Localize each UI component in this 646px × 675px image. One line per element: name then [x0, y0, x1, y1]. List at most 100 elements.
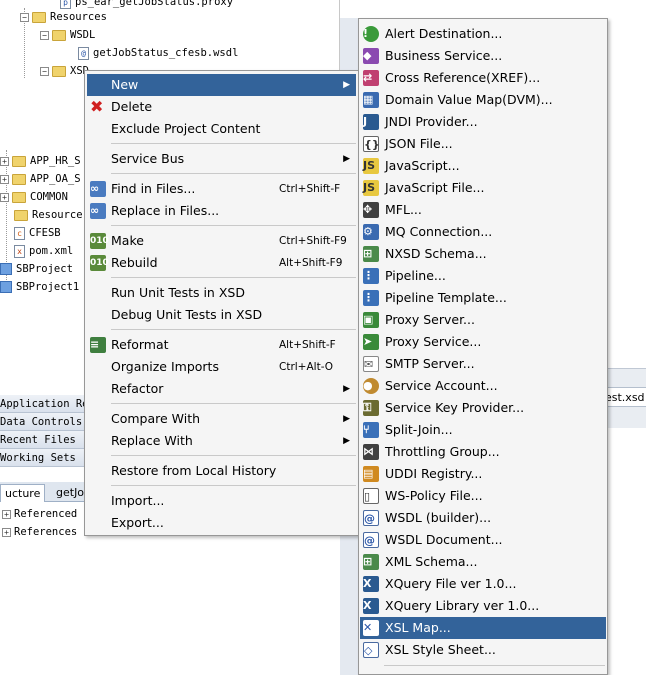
submenu-item-xml-schema[interactable]: ⊞ XML Schema... — [360, 551, 606, 573]
tree-file-wsdl[interactable]: @ getJobStatus_cfesb.wsdl — [78, 45, 238, 61]
submenu-item-pipeline[interactable]: ⋮ Pipeline... — [360, 265, 606, 287]
nxsd-schema-icon: ⊞ — [363, 246, 379, 262]
delete-x-icon: ✖ — [90, 97, 104, 116]
tab-structure[interactable]: ucture — [0, 484, 46, 502]
expand-icon[interactable]: + — [2, 527, 11, 537]
menu-item-replace-in-files[interactable]: ∞ Replace in Files... — [87, 200, 356, 222]
xml-schema-icon: ⊞ — [363, 554, 379, 570]
submenu-item-xquery-file[interactable]: X XQuery File ver 1.0... — [360, 573, 606, 595]
submenu-item-business-service[interactable]: ◆ Business Service... — [360, 45, 606, 67]
submenu-item-javascript[interactable]: JS JavaScript... — [360, 155, 606, 177]
submenu-item-split-join[interactable]: ⑂ Split-Join... — [360, 419, 606, 441]
collapse-icon[interactable]: − — [40, 66, 49, 76]
proxy-server-icon: ▣ — [363, 312, 379, 328]
menu-item-organize-imports[interactable]: Organize Imports Ctrl+Alt-O — [87, 356, 356, 378]
submenu-item-proxy-service[interactable]: ➤ Proxy Service... — [360, 331, 606, 353]
folder-icon — [14, 209, 28, 221]
menu-item-new[interactable]: New ▶ — [87, 74, 356, 96]
tree-sbproject[interactable]: SBProject — [0, 261, 73, 277]
submenu-item-ws-policy-file[interactable]: ▯ WS-Policy File... — [360, 485, 606, 507]
expand-icon[interactable]: + — [0, 156, 9, 166]
expand-icon[interactable]: + — [0, 174, 9, 184]
tree-folder-xsd[interactable]: − XSD — [40, 63, 89, 79]
menu-item-refactor[interactable]: Refactor ▶ — [87, 378, 356, 400]
cfesb-icon: c — [14, 226, 25, 240]
tree-cfesb[interactable]: c CFESB — [14, 225, 61, 241]
tree-resources2[interactable]: Resource — [14, 207, 83, 223]
make-icon: 010 — [90, 233, 109, 249]
menu-item-restore-history[interactable]: Restore from Local History — [87, 460, 356, 482]
ws-policy-file-icon: ▯ — [363, 488, 379, 504]
tree-app-hr[interactable]: + APP_HR_S — [0, 153, 81, 169]
submenu-item-xsl-style-sheet[interactable]: ◇ XSL Style Sheet... — [360, 639, 606, 661]
menu-item-delete[interactable]: ✖ Delete — [87, 96, 356, 118]
mfl-icon: ✥ — [363, 202, 379, 218]
menu-item-rebuild[interactable]: 010 Rebuild Alt+Shift-F9 — [87, 252, 356, 274]
submenu-item-wsdl-builder[interactable]: @ WSDL (builder)... — [360, 507, 606, 529]
panel-working-sets[interactable]: Working Sets — [0, 449, 88, 467]
tree-sbproject1[interactable]: SBProject1 — [0, 279, 79, 295]
tree-app-oa[interactable]: + APP_OA_S — [0, 171, 81, 187]
menu-item-make[interactable]: 010 Make Ctrl+Shift-F9 — [87, 230, 356, 252]
submenu-item-uddi-registry[interactable]: ▤ UDDI Registry... — [360, 463, 606, 485]
proxy-file-icon: p — [60, 0, 71, 9]
submenu-item-nxsd-schema[interactable]: ⊞ NXSD Schema... — [360, 243, 606, 265]
expand-icon[interactable]: + — [2, 509, 11, 519]
folder-icon — [52, 29, 66, 41]
menu-item-exclude[interactable]: Exclude Project Content — [87, 118, 356, 140]
panel-application-resources[interactable]: Application Res — [0, 395, 88, 413]
throttling-group-icon: ⋈ — [363, 444, 379, 460]
menu-item-replace-with[interactable]: Replace With ▶ — [87, 430, 356, 452]
submenu-arrow-icon: ▶ — [343, 414, 350, 424]
alert-icon: ! — [363, 26, 379, 42]
collapse-icon[interactable]: − — [20, 12, 29, 22]
submenu-item-service-key-provider[interactable]: ⚿ Service Key Provider... — [360, 397, 606, 419]
submenu-item-throttling-group[interactable]: ⋈ Throttling Group... — [360, 441, 606, 463]
tree-folder-wsdl[interactable]: − WSDL — [40, 27, 95, 43]
structure-item-referenced[interactable]: + Referenced — [2, 506, 77, 522]
submenu-item-proxy-server[interactable]: ▣ Proxy Server... — [360, 309, 606, 331]
pipeline-icon: ⋮ — [363, 268, 379, 284]
submenu-item-json-file[interactable]: {} JSON File... — [360, 133, 606, 155]
menu-item-compare-with[interactable]: Compare With ▶ — [87, 408, 356, 430]
tree-folder-resources[interactable]: − Resources — [20, 9, 107, 25]
menu-item-export[interactable]: Export... — [87, 512, 356, 534]
submenu-item-mq-connection[interactable]: ⚙ MQ Connection... — [360, 221, 606, 243]
menu-item-find-in-files[interactable]: ∞ Find in Files... Ctrl+Shift-F — [87, 178, 356, 200]
submenu-item-dvm[interactable]: ▦ Domain Value Map(DVM)... — [360, 89, 606, 111]
submenu-item-javascript-file[interactable]: JS JavaScript File... — [360, 177, 606, 199]
submenu-item-wsdl-document[interactable]: @ WSDL Document... — [360, 529, 606, 551]
xref-icon: ⇄ — [363, 70, 379, 86]
tree-common[interactable]: + COMMON — [0, 189, 68, 205]
panel-recent-files[interactable]: Recent Files — [0, 431, 88, 449]
menu-separator — [384, 665, 605, 666]
panel-data-controls[interactable]: Data Controls — [0, 413, 88, 431]
submenu-item-smtp-server[interactable]: ✉ SMTP Server... — [360, 353, 606, 375]
submenu-item-pipeline-template[interactable]: ⋮ Pipeline Template... — [360, 287, 606, 309]
proxy-service-icon: ➤ — [363, 334, 379, 350]
menu-item-reformat[interactable]: ≡ Reformat Alt+Shift-F — [87, 334, 356, 356]
wsdl-builder-icon: @ — [363, 510, 379, 526]
service-key-provider-icon: ⚿ — [363, 400, 379, 416]
submenu-item-xsl-map[interactable]: ✕ XSL Map... — [360, 617, 606, 639]
submenu-item-service-account[interactable]: ● Service Account... — [360, 375, 606, 397]
menu-separator — [111, 485, 356, 486]
menu-separator — [111, 143, 356, 144]
menu-item-run-unit-tests[interactable]: Run Unit Tests in XSD — [87, 282, 356, 304]
structure-item-references[interactable]: + References — [2, 524, 77, 540]
menu-item-service-bus[interactable]: Service Bus ▶ — [87, 148, 356, 170]
submenu-item-alert-destination[interactable]: ! Alert Destination... — [360, 23, 606, 45]
folder-icon — [12, 155, 26, 167]
tree-pom[interactable]: x pom.xml — [14, 243, 73, 259]
submenu-item-mfl[interactable]: ✥ MFL... — [360, 199, 606, 221]
menu-separator — [111, 173, 356, 174]
submenu-item-jndi-provider[interactable]: J JNDI Provider... — [360, 111, 606, 133]
collapse-icon[interactable]: − — [40, 30, 49, 40]
javascript-file-icon: JS — [363, 180, 379, 196]
xquery-file-icon: X — [363, 576, 379, 592]
submenu-item-xquery-library[interactable]: X XQuery Library ver 1.0... — [360, 595, 606, 617]
expand-icon[interactable]: + — [0, 192, 9, 202]
menu-item-import[interactable]: Import... — [87, 490, 356, 512]
submenu-item-xref[interactable]: ⇄ Cross Reference(XREF)... — [360, 67, 606, 89]
menu-item-debug-unit-tests[interactable]: Debug Unit Tests in XSD — [87, 304, 356, 326]
